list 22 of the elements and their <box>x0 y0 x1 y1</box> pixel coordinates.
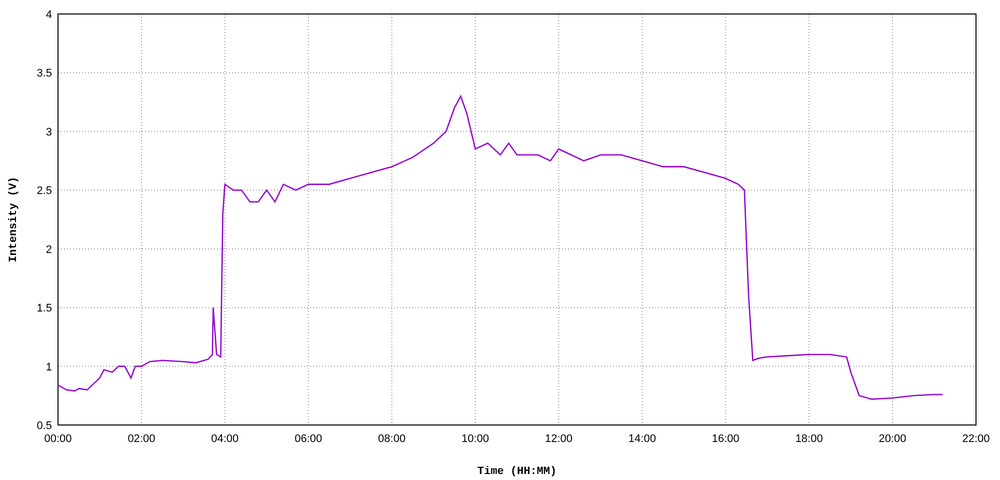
x-tick-label: 00:00 <box>44 433 72 445</box>
x-tick-label: 02:00 <box>128 433 156 445</box>
y-tick-label: 2.5 <box>36 185 52 198</box>
x-tick-label: 12:00 <box>544 433 572 445</box>
y-tick-label: 1.5 <box>36 302 52 315</box>
x-tick-label: 22:00 <box>962 433 990 445</box>
x-tick-label: 20:00 <box>878 433 906 445</box>
y-tick-label: 1 <box>46 361 52 374</box>
x-tick-label: 04:00 <box>211 433 239 445</box>
x-axis-title: Time (HH:MM) <box>477 466 557 478</box>
x-tick-label: 14:00 <box>628 433 656 445</box>
x-tick-label: 10:00 <box>462 433 490 445</box>
x-tick-label: 06:00 <box>294 433 322 445</box>
x-tick-label: 18:00 <box>795 433 823 445</box>
y-tick-label: 2 <box>46 244 52 256</box>
x-tick-label: 08:00 <box>378 433 406 445</box>
y-tick-label: 0.5 <box>36 420 52 432</box>
x-tick-label: 16:00 <box>712 433 740 445</box>
y-tick-label: 3 <box>46 126 52 138</box>
y-axis-title: Intensity (V) <box>8 176 20 262</box>
y-tick-label: 4 <box>46 9 52 21</box>
y-tick-label: 3.5 <box>36 68 52 80</box>
